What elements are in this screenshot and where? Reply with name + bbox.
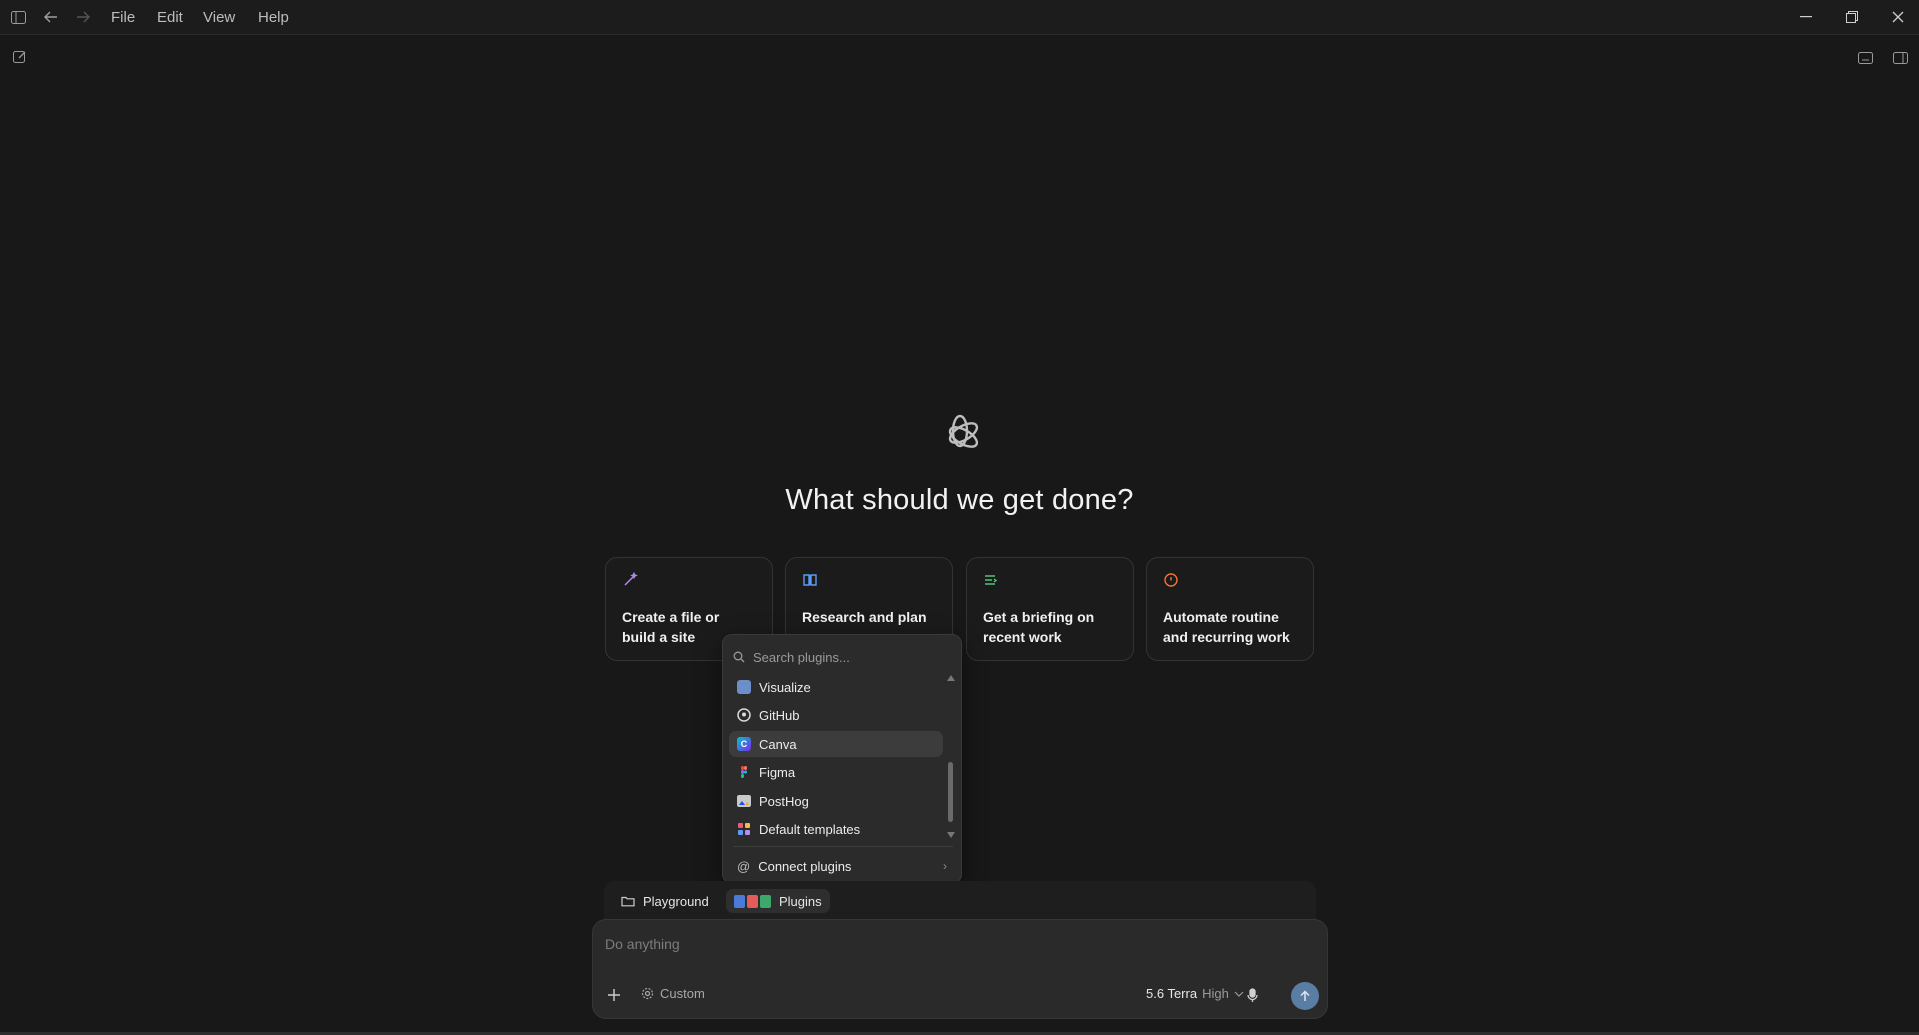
- minimize-icon[interactable]: [1783, 0, 1829, 34]
- terminal-panel-icon[interactable]: [1858, 51, 1873, 69]
- card-automate[interactable]: Automate routine and recurring work: [1146, 557, 1314, 661]
- plugin-item-visualize[interactable]: Visualize: [729, 674, 943, 700]
- posthog-icon: [737, 795, 751, 807]
- plugin-item-default-templates[interactable]: Default templates: [729, 816, 943, 842]
- templates-icon: [738, 823, 750, 835]
- plugins-chip[interactable]: Plugins: [726, 889, 830, 913]
- plugins-label: Plugins: [779, 893, 822, 909]
- card-label: Automate routine and recurring work: [1163, 609, 1290, 645]
- connect-plugins-label: Connect plugins: [758, 858, 852, 874]
- alarm-icon: [1163, 572, 1179, 588]
- gear-icon: [641, 987, 654, 1000]
- close-icon[interactable]: [1875, 0, 1919, 34]
- figma-icon: [741, 766, 747, 778]
- divider: [733, 846, 953, 847]
- book-icon: [802, 572, 818, 588]
- scroll-down-icon[interactable]: [947, 832, 955, 838]
- side-panel-icon[interactable]: [1893, 51, 1908, 69]
- scrollbar-thumb[interactable]: [948, 762, 953, 822]
- scroll-up-icon[interactable]: [947, 675, 955, 681]
- plugin-item-figma[interactable]: Figma: [729, 759, 943, 785]
- folder-icon: [621, 896, 635, 907]
- playground-label: Playground: [643, 893, 709, 909]
- at-icon: @: [737, 858, 751, 874]
- plugin-label: Canva: [759, 736, 797, 752]
- menu-help[interactable]: Help: [258, 9, 289, 26]
- send-button[interactable]: [1291, 982, 1319, 1010]
- card-briefing[interactable]: Get a briefing on recent work: [966, 557, 1134, 661]
- mode-selector[interactable]: Custom: [641, 986, 705, 1001]
- plugin-stack-icon: [734, 894, 771, 908]
- context-chips-bar: [604, 881, 1316, 921]
- model-name: 5.6 Terra: [1146, 986, 1198, 1001]
- effort-label: High: [1202, 986, 1229, 1001]
- microphone-button[interactable]: [1247, 988, 1258, 1008]
- menu-edit[interactable]: Edit: [157, 9, 183, 26]
- restore-icon[interactable]: [1829, 0, 1875, 34]
- hero-title: What should we get done?: [785, 484, 1134, 516]
- plugin-item-canva[interactable]: C Canva: [729, 731, 943, 757]
- canva-icon: C: [737, 737, 751, 751]
- chevron-right-icon: ›: [943, 859, 947, 873]
- back-arrow-icon[interactable]: [40, 7, 62, 27]
- plugin-search-input[interactable]: Search plugins...: [753, 650, 850, 665]
- plugin-label: Visualize: [759, 679, 811, 695]
- sidebar-toggle-icon[interactable]: [7, 7, 29, 27]
- arrow-up-icon: [1300, 990, 1310, 1001]
- plugin-item-posthog[interactable]: PostHog: [729, 788, 943, 814]
- plugin-search[interactable]: Search plugins...: [733, 645, 850, 669]
- plugin-label: Default templates: [759, 821, 861, 837]
- menu-view[interactable]: View: [203, 9, 235, 26]
- playground-chip[interactable]: Playground: [621, 889, 709, 913]
- card-label: Research and plan: [802, 609, 927, 625]
- plugin-item-github[interactable]: GitHub: [729, 702, 943, 728]
- wand-icon: [622, 571, 638, 588]
- card-label: Get a briefing on recent work: [983, 609, 1095, 645]
- list-icon: [983, 572, 999, 588]
- new-chat-icon[interactable]: [13, 50, 27, 69]
- forward-arrow-icon[interactable]: [72, 7, 94, 27]
- menu-file[interactable]: File: [111, 9, 135, 26]
- search-icon: [733, 651, 745, 663]
- chevron-down-icon: [1234, 991, 1244, 997]
- openai-logo-icon: [937, 412, 983, 463]
- model-selector[interactable]: 5.6 Terra High: [1146, 986, 1244, 1001]
- add-attachment-button[interactable]: [607, 988, 621, 1007]
- plugin-label: Figma: [759, 764, 796, 780]
- plus-icon: [608, 989, 620, 1001]
- github-icon: [737, 708, 751, 722]
- connect-plugins-item[interactable]: @ Connect plugins ›: [729, 853, 957, 879]
- plugins-popover: Search plugins... Visualize GitHub C Can…: [722, 634, 962, 884]
- mode-label: Custom: [660, 986, 705, 1001]
- plugin-label: PostHog: [759, 793, 809, 809]
- visualize-icon: [737, 680, 751, 694]
- plugin-label: GitHub: [759, 707, 800, 723]
- prompt-input[interactable]: Do anything: [605, 936, 680, 952]
- microphone-icon: [1247, 988, 1258, 1002]
- composer: Do anything Custom 5.6 Terra High: [592, 919, 1328, 1019]
